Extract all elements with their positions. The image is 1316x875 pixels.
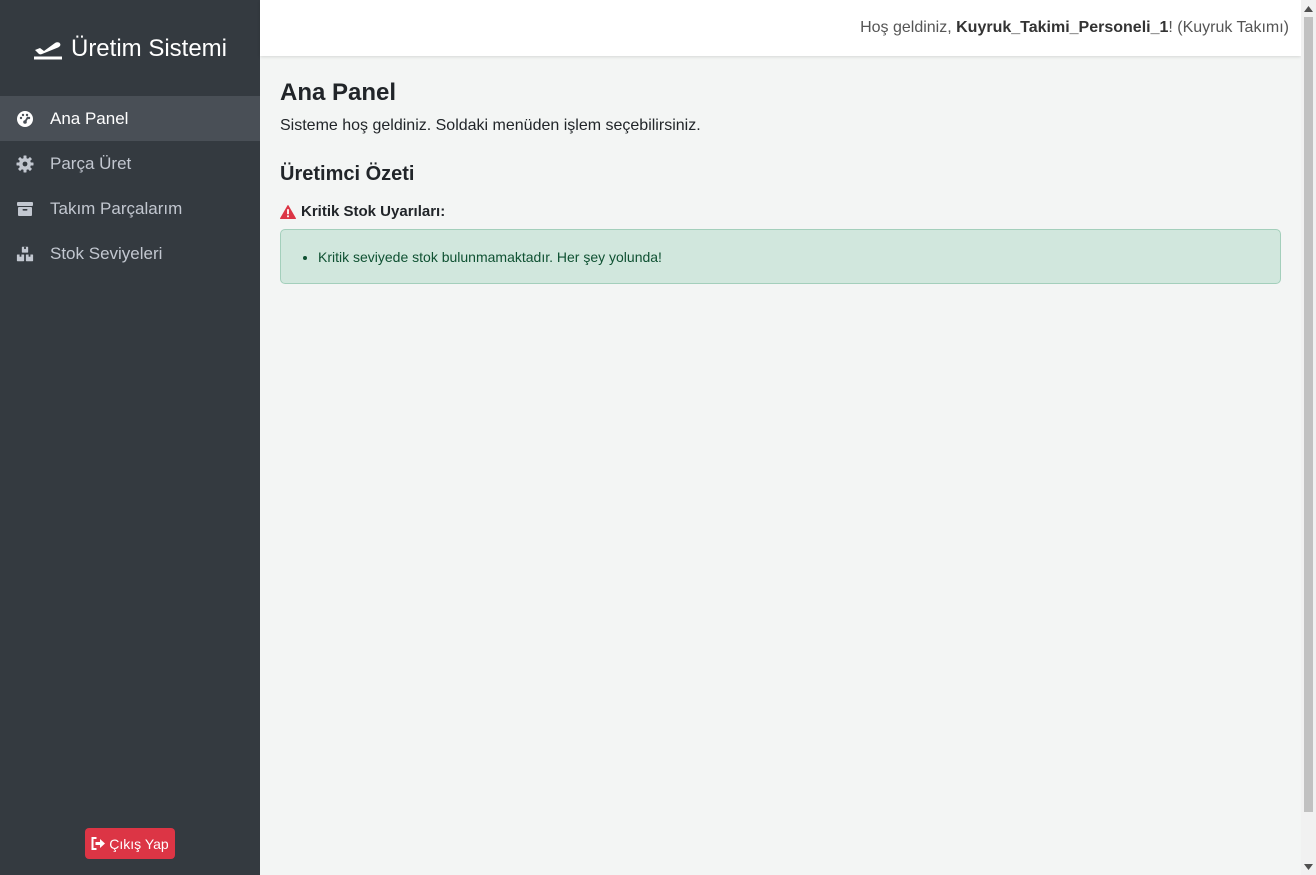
sidebar-item-label: Stok Seviyeleri <box>50 243 163 263</box>
sidebar-item-ana-panel[interactable]: Ana Panel <box>0 96 260 141</box>
scroll-thumb[interactable] <box>1304 17 1313 812</box>
tachometer-icon <box>16 110 34 128</box>
welcome-message: Hoş geldiniz, Kuyruk_Takimi_Personeli_1!… <box>860 19 1289 37</box>
brand[interactable]: Üretim Sistemi <box>0 0 260 96</box>
username: Kuyruk_Takimi_Personeli_1 <box>956 19 1169 36</box>
sidebar-item-parca-uret[interactable]: Parça Üret <box>0 141 260 186</box>
main-content: Ana Panel Sisteme hoş geldiniz. Soldaki … <box>280 56 1281 284</box>
critical-stock-heading: Kritik Stok Uyarıları: <box>280 202 1281 222</box>
scroll-up-icon[interactable] <box>1301 1 1316 16</box>
alert-heading-text: Kritik Stok Uyarıları: <box>301 203 446 220</box>
sidebar: Üretim Sistemi Ana Panel Parça Üret Takı… <box>0 0 260 875</box>
sidebar-nav: Ana Panel Parça Üret Takım Parçalarım St… <box>0 96 260 276</box>
logout-label: Çıkış Yap <box>109 835 169 852</box>
sidebar-item-takim-parcalarim[interactable]: Takım Parçalarım <box>0 186 260 231</box>
archive-box-icon <box>16 200 34 218</box>
alert-list: Kritik seviyede stok bulunmamaktadır. He… <box>318 249 662 265</box>
welcome-prefix: Hoş geldiniz, <box>860 19 957 36</box>
scroll-down-icon[interactable] <box>1301 859 1316 874</box>
sidebar-item-label: Ana Panel <box>50 108 129 128</box>
top-bar: Hoş geldiniz, Kuyruk_Takimi_Personeli_1!… <box>260 0 1301 56</box>
page-title: Ana Panel <box>280 79 397 106</box>
sign-out-icon <box>91 837 106 850</box>
plane-departure-icon <box>33 37 63 61</box>
vertical-scrollbar[interactable] <box>1301 0 1316 875</box>
success-alert: Kritik seviyede stok bulunmamaktadır. He… <box>280 229 1281 284</box>
section-title: Üretimci Özeti <box>280 163 415 185</box>
sidebar-item-label: Parça Üret <box>50 153 132 173</box>
cubes-icon <box>16 245 34 263</box>
list-item: Kritik seviyede stok bulunmamaktadır. He… <box>318 249 662 265</box>
team-name: ! (Kuyruk Takımı) <box>1168 19 1289 36</box>
gear-icon <box>16 155 34 173</box>
sidebar-item-stok-seviyeleri[interactable]: Stok Seviyeleri <box>0 231 260 276</box>
sidebar-item-label: Takım Parçalarım <box>50 198 183 218</box>
brand-title: Üretim Sistemi <box>70 35 227 62</box>
page-intro: Sisteme hoş geldiniz. Soldaki menüden iş… <box>280 117 701 134</box>
warning-icon <box>280 205 296 219</box>
logout-button[interactable]: Çıkış Yap <box>85 828 175 859</box>
